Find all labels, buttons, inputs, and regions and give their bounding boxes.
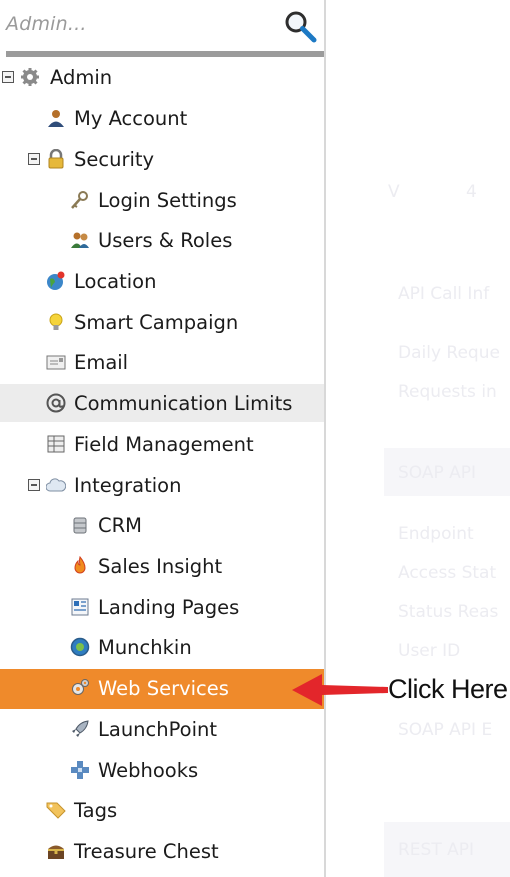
- search-input[interactable]: Admin...: [6, 13, 87, 35]
- email-icon: [46, 355, 66, 370]
- tree-item-label: Web Services: [98, 677, 229, 700]
- collapse-toggle-icon[interactable]: [28, 479, 40, 491]
- tree-item-web-services[interactable]: Web Services: [0, 669, 324, 709]
- munchkin-globe-icon: [70, 637, 90, 657]
- webhook-icon: [71, 761, 89, 779]
- tree-item-sales-insight[interactable]: Sales Insight: [0, 547, 324, 585]
- tree-item-label: Email: [74, 351, 129, 374]
- cloud-icon: [46, 478, 66, 492]
- tree-item-location[interactable]: Location: [0, 262, 324, 300]
- tag-icon: [46, 802, 66, 819]
- tree-item-label: Communication Limits: [74, 392, 293, 415]
- tree-item-label: Sales Insight: [98, 555, 223, 578]
- faded-text: Requests in: [398, 382, 497, 402]
- tree-item-treasure-chest[interactable]: Treasure Chest: [0, 832, 324, 870]
- tree-item-label: Landing Pages: [98, 596, 240, 619]
- tree-item-label: My Account: [74, 107, 188, 130]
- at-sign-icon: [46, 393, 66, 413]
- faded-text: 4: [466, 182, 477, 202]
- tree-item-login-settings[interactable]: Login Settings: [0, 181, 324, 219]
- tree-item-launchpoint[interactable]: LaunchPoint: [0, 710, 324, 748]
- database-icon: [73, 517, 87, 534]
- faded-text: SOAP API: [398, 463, 477, 483]
- annotation-arrow-icon: [292, 674, 388, 706]
- tree-item-my-account[interactable]: My Account: [0, 99, 324, 137]
- search-icon[interactable]: [282, 8, 318, 44]
- faded-text: V: [388, 182, 400, 202]
- treasure-chest-icon: [48, 845, 64, 859]
- admin-sidebar: Admin... Admin My Account Security Login…: [0, 0, 326, 877]
- tree-item-label: Users & Roles: [98, 229, 233, 252]
- tree-item-label: Location: [74, 270, 157, 293]
- faded-text: Daily Reque: [398, 343, 500, 363]
- gears-icon: [72, 679, 89, 695]
- faded-text: SOAP API E: [398, 720, 493, 740]
- lightbulb-icon: [49, 313, 63, 330]
- tree-item-label: CRM: [98, 514, 142, 537]
- tree-item-security[interactable]: Security: [0, 140, 324, 178]
- tree-item-label: Login Settings: [98, 189, 237, 212]
- tree-item-munchkin[interactable]: Munchkin: [0, 628, 324, 666]
- tree-item-users-roles[interactable]: Users & Roles: [0, 221, 324, 259]
- keys-icon: [71, 191, 88, 209]
- tree-item-crm[interactable]: CRM: [0, 506, 324, 544]
- tree-item-label: Smart Campaign: [74, 311, 239, 334]
- faded-text: API Call Inf: [398, 284, 490, 304]
- gear-icon: [21, 68, 39, 86]
- tree-item-email[interactable]: Email: [0, 343, 324, 381]
- sidebar-divider: [324, 0, 326, 877]
- rocket-icon: [72, 720, 89, 737]
- tree-item-label: Treasure Chest: [74, 840, 219, 863]
- users-icon: [71, 232, 89, 248]
- tree-item-label: LaunchPoint: [98, 718, 218, 741]
- search-divider: [6, 51, 324, 57]
- tree-item-webhooks[interactable]: Webhooks: [0, 751, 324, 789]
- tree-item-integration[interactable]: Integration: [0, 466, 324, 504]
- faded-text: Status Reas: [398, 602, 499, 622]
- faded-text: User ID: [398, 641, 461, 661]
- user-icon: [48, 110, 64, 127]
- tree-item-landing-pages[interactable]: Landing Pages: [0, 588, 324, 626]
- field-grid-icon: [47, 435, 65, 453]
- tree-item-label: Webhooks: [98, 759, 199, 782]
- tree-item-label: Field Management: [74, 433, 254, 456]
- tree-item-label: Security: [74, 148, 155, 171]
- tree-item-label: Munchkin: [98, 636, 192, 659]
- faded-text: REST API: [398, 840, 475, 860]
- flame-icon: [74, 556, 86, 574]
- tree-item-label: Admin: [50, 66, 113, 89]
- faded-text: Endpoint: [398, 524, 474, 544]
- collapse-toggle-icon[interactable]: [2, 71, 14, 83]
- click-here-callout: Click Here: [388, 674, 508, 704]
- globe-icon: [47, 271, 65, 290]
- lock-icon: [48, 149, 64, 169]
- tree-item-smart-campaign[interactable]: Smart Campaign: [0, 303, 324, 341]
- tree-item-tags[interactable]: Tags: [0, 791, 324, 829]
- tree-item-admin[interactable]: Admin: [0, 58, 324, 96]
- page-layout-icon: [71, 598, 89, 616]
- admin-search-bar: Admin...: [0, 0, 324, 57]
- tree-item-field-management[interactable]: Field Management: [0, 425, 324, 463]
- collapse-toggle-icon[interactable]: [28, 153, 40, 165]
- tree-item-communication-limits[interactable]: Communication Limits: [0, 384, 324, 422]
- tree-item-label: Tags: [74, 799, 118, 822]
- tree-item-label: Integration: [74, 474, 182, 497]
- faded-text: Access Stat: [398, 563, 497, 583]
